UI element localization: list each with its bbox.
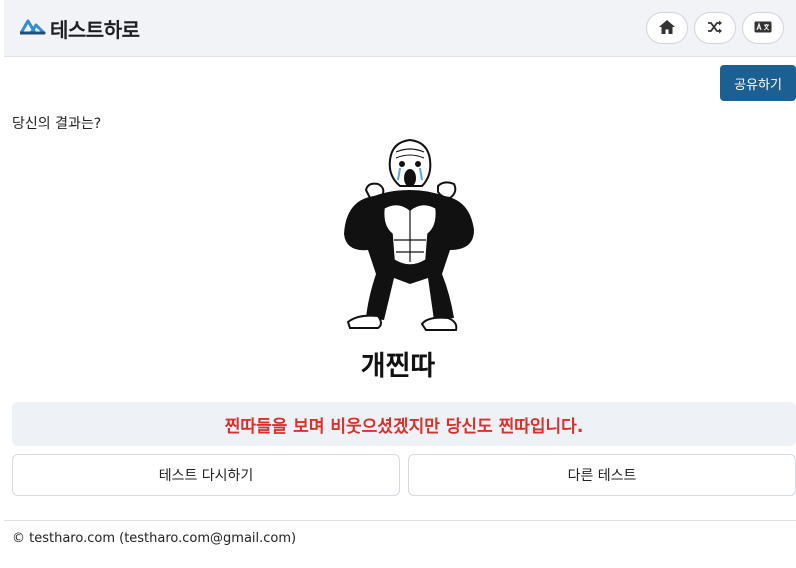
nav-actions <box>646 12 784 44</box>
brand[interactable]: 테스트하로 <box>19 14 140 43</box>
home-button[interactable] <box>646 12 688 44</box>
brand-name: 테스트하로 <box>50 17 140 42</box>
other-test-button[interactable]: 다른 테스트 <box>408 454 796 496</box>
result-description: 찐따들을 보며 비웃으셨겠지만 당신도 찐따입니다. <box>12 402 796 446</box>
retry-test-button[interactable]: 테스트 다시하기 <box>12 454 400 496</box>
top-navbar: 테스트하로 <box>4 0 796 57</box>
result-name: 개찐따 <box>360 351 436 382</box>
result-question: 당신의 결과는? <box>12 116 102 132</box>
footer-divider <box>4 520 796 521</box>
footer-copyright: © testharo.com (testharo.com@gmail.com) <box>12 531 297 546</box>
language-icon <box>754 21 772 36</box>
shuffle-button[interactable] <box>694 12 736 44</box>
result-image <box>338 138 480 334</box>
shuffle-icon <box>707 20 723 37</box>
mountain-logo-icon <box>19 16 46 40</box>
share-button[interactable]: 공유하기 <box>720 65 796 101</box>
home-icon <box>659 19 675 37</box>
language-button[interactable] <box>742 12 784 44</box>
